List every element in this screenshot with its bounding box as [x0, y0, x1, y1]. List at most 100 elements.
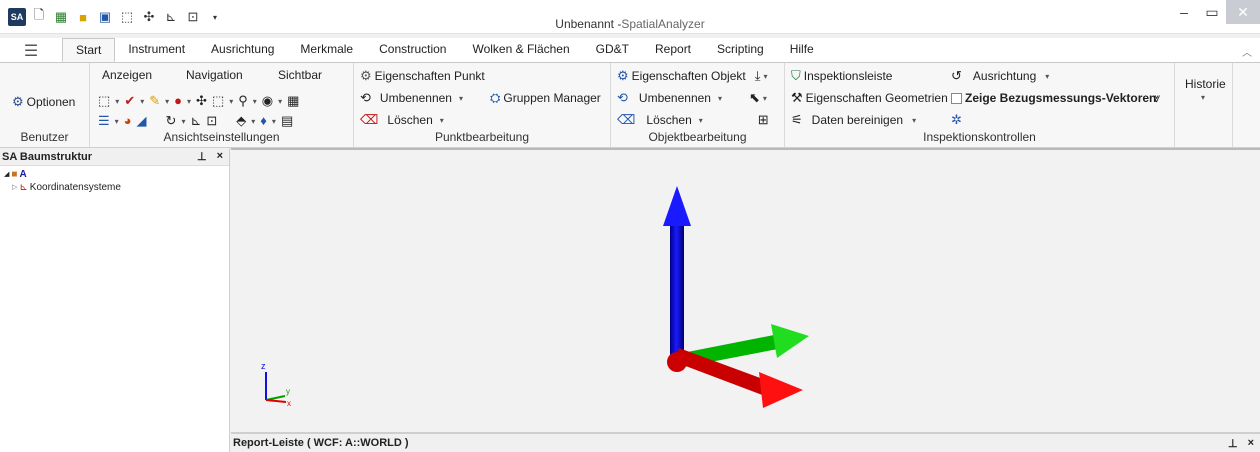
triangle-icon[interactable]: ◢: [137, 114, 147, 128]
tree-node-root[interactable]: ◢ ■ A: [4, 168, 225, 181]
file-menu-icon[interactable]: ☰: [0, 40, 62, 62]
close-icon[interactable]: ✕: [1226, 0, 1260, 24]
dropdown-arrow-icon[interactable]: ▾: [115, 97, 119, 106]
dropdown-arrow-icon[interactable]: ▾: [229, 97, 233, 106]
close-panel-icon[interactable]: ×: [1248, 437, 1254, 450]
eigenschaften-punkt-button[interactable]: ⚙ Eigenschaften Punkt: [360, 68, 485, 84]
gear-icon: ⚙: [12, 94, 24, 109]
group-historie: Historie ▾: [1175, 63, 1233, 147]
collapse-ribbon-icon[interactable]: ︿: [1242, 44, 1252, 59]
tab-merkmale[interactable]: Merkmale: [287, 38, 366, 62]
grid-icon[interactable]: ▦: [287, 94, 299, 108]
visibility-filter-icon[interactable]: ⚲: [238, 94, 248, 108]
expand-triangle-icon[interactable]: ▷: [12, 181, 17, 194]
window-icon[interactable]: ⊡: [206, 114, 217, 128]
minimize-icon[interactable]: –: [1170, 0, 1198, 24]
tree-node-koordinatensysteme[interactable]: ▷ ⊾ Koordinatensysteme: [4, 181, 225, 194]
tab-scripting[interactable]: Scripting: [704, 38, 777, 62]
dropdown-arrow-icon[interactable]: ▾: [140, 97, 144, 106]
dropdown-arrow-icon[interactable]: ▾: [272, 117, 276, 126]
eye-icon[interactable]: ◉: [262, 94, 273, 108]
eigenschaften-geometrien-button[interactable]: ⚒ Eigenschaften Geometrien: [791, 91, 948, 106]
graphics-view[interactable]: z y x: [231, 148, 1260, 432]
collapse-triangle-icon[interactable]: ◢: [4, 168, 9, 181]
group-label-punktbearbeitung: Punktbearbeitung: [434, 130, 530, 144]
umbenennen-punkt-button[interactable]: ⟲ Umbenennen ▾: [360, 90, 463, 106]
close-panel-icon[interactable]: ×: [217, 150, 223, 163]
loeschen-objekt-button[interactable]: ⌫ Löschen ▾ ⊞: [617, 112, 769, 128]
ausrichtung-button[interactable]: ↺ Ausrichtung ▾: [951, 68, 1049, 84]
inspektionsleiste-label: Inspektionsleiste: [803, 69, 893, 83]
rotate-icon[interactable]: ↻: [166, 114, 177, 128]
tab-start[interactable]: Start: [62, 38, 116, 62]
loeschen-punkt-button[interactable]: ⌫ Löschen ▾: [360, 113, 444, 128]
color-wheel-icon[interactable]: ◕: [124, 114, 132, 128]
dropdown-arrow-icon[interactable]: ▾: [115, 117, 119, 126]
pen-icon[interactable]: ✎: [149, 94, 160, 108]
pan-icon[interactable]: ✣: [196, 94, 207, 108]
loeschen-objekt-label: Löschen: [646, 113, 692, 127]
paint-bucket-icon[interactable]: ♦: [260, 114, 267, 128]
z-axis-arrow: [663, 186, 691, 360]
gruppen-manager-button[interactable]: ⛭ Gruppen Manager: [490, 91, 601, 106]
tab-instrument[interactable]: Instrument: [115, 38, 198, 62]
dropdown-arrow-icon: ▾: [763, 71, 768, 81]
coordinate-frame-graphic: z y x: [261, 186, 809, 408]
group-ansichtseinstellungen: Anzeigen Navigation Sichtbar ⬚ ▾ ✔ ▾ ✎ ▾ ● ▾…: [90, 63, 354, 147]
tab-hilfe[interactable]: Hilfe: [777, 38, 827, 62]
frame-icon: ⊞: [757, 112, 769, 127]
small-x-label: x: [287, 399, 291, 408]
tab-gdt[interactable]: GD&T: [583, 38, 642, 62]
window-controls: – ▭ ✕: [1170, 0, 1260, 24]
anzeigen-label: Anzeigen: [102, 68, 153, 82]
report-bar: Report-Leiste ( WCF: A::WORLD ) ⊥ ×: [231, 432, 1260, 452]
dropdown-arrow-icon[interactable]: ▾: [253, 97, 257, 106]
origin-sphere: [667, 352, 687, 372]
pin-icon[interactable]: ⊥: [1228, 437, 1238, 450]
dropdown-arrow-icon: ▾: [912, 115, 917, 125]
historie-button[interactable]: Historie: [1185, 77, 1226, 91]
dropdown-arrow-icon[interactable]: ▾: [187, 97, 191, 106]
pin-icon[interactable]: ⊥: [197, 150, 207, 163]
eigenschaften-objekt-label: Eigenschaften Objekt: [631, 69, 746, 83]
ausrichtung-label: Ausrichtung: [972, 69, 1037, 83]
tab-construction[interactable]: Construction: [366, 38, 459, 62]
maximize-icon[interactable]: ▭: [1198, 0, 1226, 24]
properties-icon: ⚙: [617, 68, 629, 83]
eigenschaften-objekt-button[interactable]: ⚙ Eigenschaften Objekt ⤓ ▾: [617, 68, 768, 84]
ribbon-tab-bar: ☰ Start Instrument Ausrichtung Merkmale …: [0, 38, 1260, 62]
group-benutzer: ⚙ Optionen Benutzer: [0, 63, 90, 147]
tag-icon[interactable]: ⬘: [236, 114, 246, 128]
dropdown-arrow-icon[interactable]: ▾: [165, 97, 169, 106]
label-icon[interactable]: ▤: [281, 114, 293, 128]
tab-ausrichtung[interactable]: Ausrichtung: [198, 38, 287, 62]
tab-wolken-flaechen[interactable]: Wolken & Flächen: [459, 38, 582, 62]
filter-icon[interactable]: ⩔: [1153, 91, 1160, 105]
optionen-button[interactable]: ⚙ Optionen: [12, 94, 75, 110]
dropdown-arrow-icon[interactable]: ▾: [251, 117, 255, 126]
report-bar-title: Report-Leiste ( WCF: A::WORLD ): [233, 437, 409, 449]
rename-icon: ⟲: [360, 90, 371, 105]
checkbox-icon: [951, 92, 962, 104]
properties-icon: ⚙: [360, 68, 372, 83]
bezugsvektoren-checkbox[interactable]: Zeige Bezugsmessungs-Vektoren: [951, 91, 1156, 105]
mouse-icon[interactable]: ●: [174, 94, 182, 108]
inspektionsleiste-button[interactable]: ⛉ Inspektionsleiste: [791, 69, 893, 84]
display-mode-icon[interactable]: ⬚: [98, 94, 110, 108]
tab-report[interactable]: Report: [642, 38, 704, 62]
snap-icon: ⤓: [754, 68, 761, 83]
job-icon: ■: [11, 169, 18, 180]
network-icon[interactable]: ✲: [951, 113, 962, 127]
delete-icon: ⌫: [617, 112, 636, 127]
checkmark-icon[interactable]: ✔: [124, 94, 135, 108]
zoom-window-icon[interactable]: ⬚: [212, 94, 224, 108]
dropdown-arrow-icon[interactable]: ▾: [278, 97, 282, 106]
dropdown-arrow-icon[interactable]: ▾: [181, 117, 185, 126]
dropdown-arrow-icon[interactable]: ▾: [1201, 93, 1205, 102]
align-icon: ↺: [951, 68, 962, 83]
daten-bereinigen-button[interactable]: ⚟ Daten bereinigen ▾: [791, 113, 917, 128]
application-name: SpatialAnalyzer: [621, 17, 705, 31]
umbenennen-objekt-button[interactable]: ⟲ Umbenennen ▾ ⬉ ▾: [617, 91, 767, 106]
measure-icon[interactable]: ⊾: [190, 114, 201, 128]
layers-icon[interactable]: ☰: [98, 114, 110, 128]
